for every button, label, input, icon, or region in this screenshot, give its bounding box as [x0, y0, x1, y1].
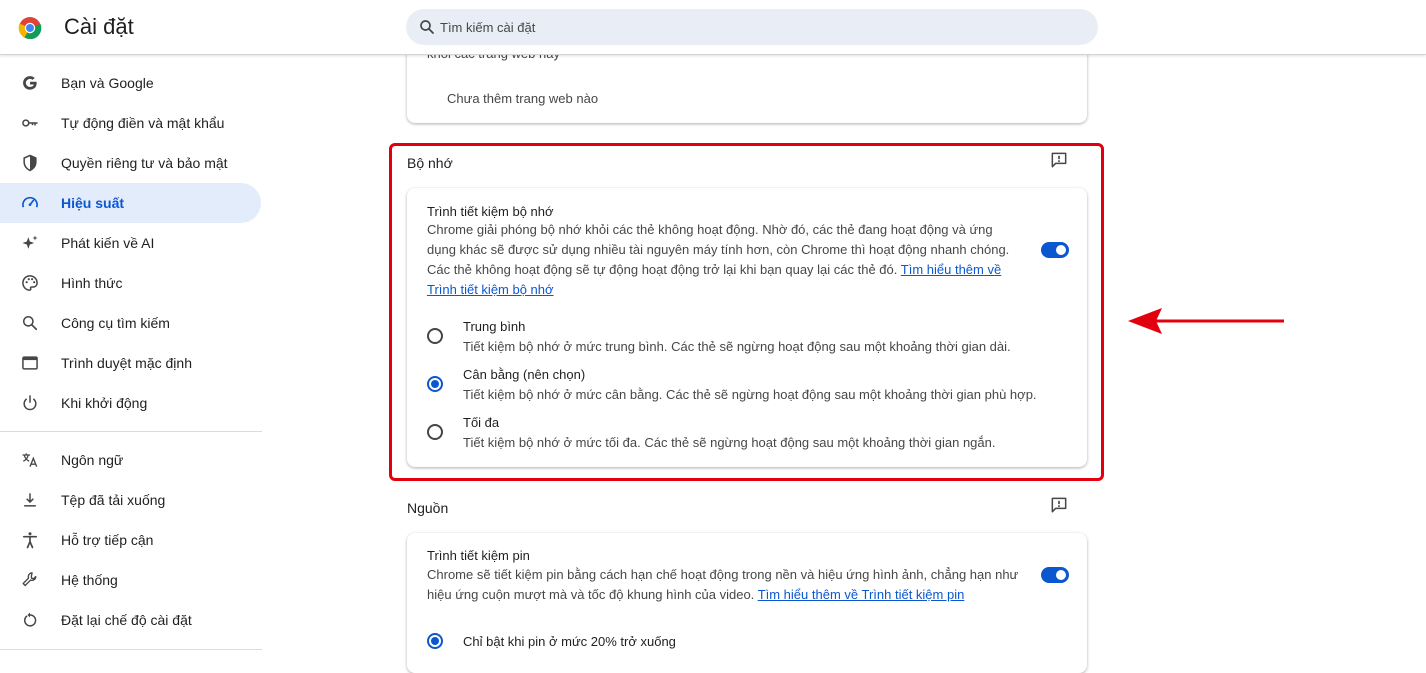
- memory-section-title: Bộ nhớ: [407, 155, 453, 171]
- search-icon: [420, 20, 434, 34]
- sidebar-item-downloads[interactable]: Tệp đã tải xuống: [0, 480, 261, 520]
- option-title: Trung bình: [463, 319, 526, 334]
- sidebar-item-label: Hình thức: [61, 275, 123, 291]
- wrench-icon: [22, 572, 37, 587]
- desc-line: Chrome sẽ tiết kiệm pin bằng cách hạn ch…: [427, 567, 1019, 582]
- sidebar-item-privacy[interactable]: Quyền riêng tư và bảo mật: [0, 143, 261, 183]
- memory-saver-title: Trình tiết kiệm bộ nhớ: [427, 204, 554, 219]
- sidebar-divider: [0, 649, 262, 650]
- desc-line: Các thẻ không hoạt động sẽ tự động hoạt …: [427, 262, 898, 277]
- sidebar-item-reset[interactable]: Đặt lại chế độ cài đặt: [0, 600, 261, 640]
- accessibility-icon: [22, 532, 38, 549]
- desc-line: dụng khác sẽ được sử dụng nhiều tài nguy…: [427, 242, 1010, 257]
- sparkle-icon: [22, 235, 38, 249]
- sidebar-item-languages[interactable]: Ngôn ngữ: [0, 440, 261, 480]
- search-icon: [23, 316, 38, 331]
- sidebar-item-label: Đặt lại chế độ cài đặt: [61, 612, 192, 628]
- sidebar-item-label: Hiệu suất: [61, 195, 125, 211]
- sidebar-item-ai[interactable]: Phát kiến về AI: [0, 223, 261, 263]
- page-title: Cài đặt: [64, 14, 134, 39]
- sidebar-item-label: Hỗ trợ tiếp cận: [61, 532, 154, 548]
- radio-maximum[interactable]: [427, 424, 443, 440]
- option-title: Tối đa: [463, 415, 500, 430]
- option-title: Cân bằng (nên chọn): [463, 367, 586, 382]
- learn-more-memory-link-cont[interactable]: Trình tiết kiệm bộ nhớ: [427, 282, 554, 297]
- search-box[interactable]: [406, 9, 1098, 45]
- memory-saver-card: Trình tiết kiệm bộ nhớ Chrome giải phóng…: [407, 188, 1087, 467]
- sidebar-item-label: Phát kiến về AI: [61, 235, 155, 251]
- desc-line: Chrome giải phóng bộ nhớ khỏi các thẻ kh…: [427, 222, 993, 237]
- memory-saver-toggle[interactable]: [1041, 242, 1069, 258]
- sidebar-item-accessibility[interactable]: Hỗ trợ tiếp cận: [0, 520, 261, 560]
- radio-balanced[interactable]: [427, 376, 443, 392]
- sidebar-item-on-startup[interactable]: Khi khởi động: [0, 383, 261, 423]
- top-bar: Cài đặt: [0, 0, 1426, 55]
- empty-site-list-text: Chưa thêm trang web nào: [447, 91, 599, 106]
- sidebar-item-label: Khi khởi động: [61, 395, 148, 411]
- feedback-icon[interactable]: [1049, 495, 1069, 515]
- translate-icon: [22, 453, 38, 467]
- sidebar-item-appearance[interactable]: Hình thức: [0, 263, 261, 303]
- reset-icon: [24, 612, 37, 627]
- desc-line: hiệu ứng cuộn mượt mà và tốc độ khung hì…: [427, 587, 755, 602]
- sidebar-item-label: Trình duyệt mặc định: [61, 355, 192, 371]
- google-g-icon: [23, 76, 37, 90]
- shield-icon: [23, 154, 37, 172]
- power-icon: [23, 395, 37, 411]
- option-title: Chỉ bật khi pin ở mức 20% trở xuống: [463, 634, 676, 649]
- sidebar-item-label: Tệp đã tải xuống: [61, 492, 166, 508]
- sidebar: Bạn và Google Tự động điền và mật khẩu Q…: [0, 55, 262, 658]
- sidebar-item-system[interactable]: Hệ thống: [0, 560, 261, 600]
- learn-more-memory-link[interactable]: Tìm hiểu thêm về: [901, 262, 1001, 277]
- energy-saver-toggle[interactable]: [1041, 567, 1069, 583]
- sidebar-item-search-engine[interactable]: Công cụ tìm kiếm: [0, 303, 261, 343]
- learn-more-energy-link[interactable]: Tìm hiểu thêm về Trình tiết kiệm pin: [758, 587, 965, 602]
- energy-saver-title: Trình tiết kiệm pin: [427, 548, 530, 563]
- radio-moderate[interactable]: [427, 328, 443, 344]
- radio-battery-threshold[interactable]: [427, 633, 443, 649]
- palette-icon: [22, 275, 38, 291]
- option-description: Tiết kiệm bộ nhớ ở mức cân bằng. Các thẻ…: [463, 387, 1037, 402]
- option-description: Tiết kiệm bộ nhớ ở mức trung bình. Các t…: [463, 339, 1011, 354]
- sidebar-item-performance[interactable]: Hiệu suất: [0, 183, 261, 223]
- feedback-icon[interactable]: [1049, 150, 1069, 170]
- memory-saver-description: Chrome giải phóng bộ nhớ khỏi các thẻ kh…: [427, 220, 1027, 300]
- option-description: Tiết kiệm bộ nhớ ở mức tối đa. Các thẻ s…: [463, 435, 996, 450]
- key-icon: [22, 119, 38, 127]
- browser-window-icon: [22, 356, 38, 370]
- sidebar-item-label: Bạn và Google: [61, 75, 154, 91]
- sidebar-item-label: Tự động điền và mật khẩu: [61, 115, 225, 131]
- power-section-title: Nguồn: [407, 500, 449, 516]
- sidebar-item-label: Công cụ tìm kiếm: [61, 315, 170, 331]
- search-input[interactable]: [440, 9, 1080, 45]
- sidebar-item-you-and-google[interactable]: Bạn và Google: [0, 63, 261, 103]
- energy-saver-card: Trình tiết kiệm pin Chrome sẽ tiết kiệm …: [407, 533, 1087, 673]
- chrome-logo-icon: [18, 17, 42, 40]
- energy-saver-description: Chrome sẽ tiết kiệm pin bằng cách hạn ch…: [427, 565, 1027, 605]
- download-icon: [24, 493, 36, 507]
- speedometer-icon: [22, 196, 38, 208]
- red-arrow-icon: [1128, 308, 1284, 334]
- sidebar-divider: [0, 431, 262, 432]
- sidebar-item-default-browser[interactable]: Trình duyệt mặc định: [0, 343, 261, 383]
- sidebar-item-label: Quyền riêng tư và bảo mật: [61, 155, 228, 171]
- sidebar-item-label: Ngôn ngữ: [61, 452, 124, 468]
- sidebar-item-label: Hệ thống: [61, 572, 118, 588]
- sidebar-item-autofill[interactable]: Tự động điền và mật khẩu: [0, 103, 261, 143]
